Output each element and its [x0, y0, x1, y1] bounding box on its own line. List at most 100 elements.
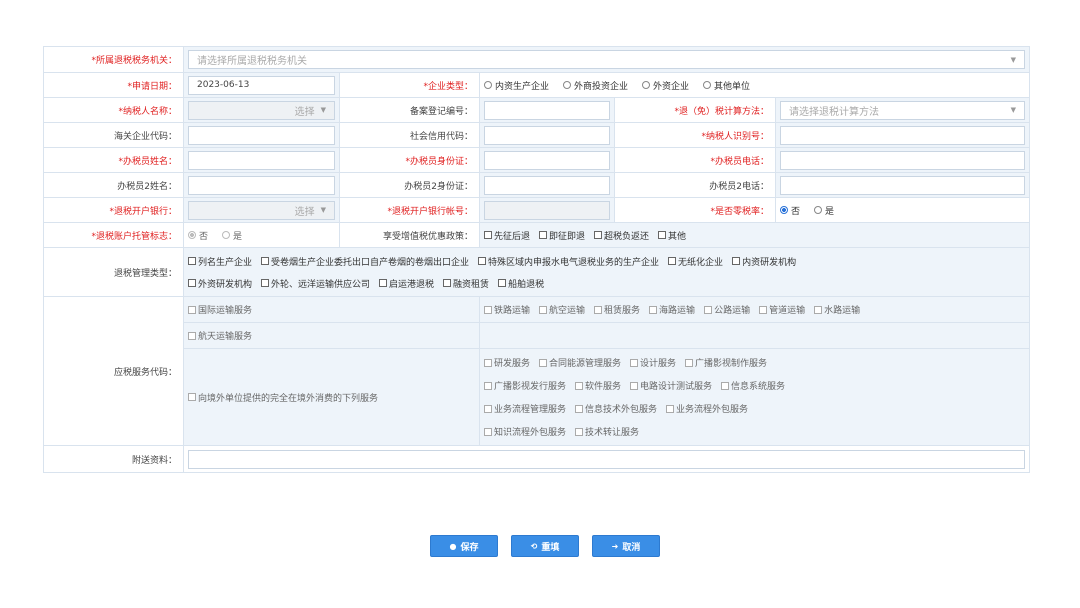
checkbox-mgmt-ocean-supply[interactable]: 外轮、远洋运输供应公司	[261, 277, 370, 290]
checkbox-overseas-ito[interactable]: 信息技术外包服务	[575, 402, 657, 415]
agent2-name-input[interactable]	[188, 175, 335, 195]
attachment-input[interactable]	[188, 449, 1025, 469]
row-agent: *办税员姓名： *办税员身份证： *办税员电话：	[44, 148, 1029, 173]
checkbox-vat-2[interactable]: 超税负返还	[594, 229, 649, 242]
checkbox-mgmt-special-zone[interactable]: 特殊区域内申报水电气退税业务的生产企业	[478, 255, 659, 268]
checkbox-vat-1[interactable]: 即征即退	[539, 229, 585, 242]
radio-foreign-owned[interactable]: 外资企业	[642, 79, 689, 92]
apply-date-input[interactable]: 2023-06-13	[188, 75, 335, 95]
row-attachment: 附送资料：	[44, 446, 1029, 472]
checkbox-icon	[539, 231, 548, 239]
radio-zero-rate-no[interactable]: 否	[780, 204, 800, 217]
taxpayer-id-label: *纳税人识别号：	[615, 123, 776, 147]
row-refund-bank: *退税开户银行： 选择 ▼ *退税开户银行帐号： *是否零税率： 否 是	[44, 198, 1029, 223]
refund-account-input[interactable]	[484, 200, 610, 220]
save-button[interactable]: ● 保存	[430, 535, 498, 557]
checkbox-icon	[261, 279, 270, 287]
checkbox-transport-water[interactable]: 水路运输	[814, 303, 860, 316]
service-code-label: 应税服务代码：	[44, 297, 184, 445]
checkbox-mgmt-departure-port[interactable]: 启运港退税	[379, 277, 434, 290]
radio-escrow-no[interactable]: 否	[188, 229, 208, 242]
checkbox-vat-0[interactable]: 先征后退	[484, 229, 530, 242]
checkbox-overseas-bpm[interactable]: 业务流程管理服务	[484, 402, 566, 415]
checkbox-icon	[630, 381, 639, 390]
agent2-phone-input[interactable]	[780, 175, 1025, 195]
checkbox-transport-road[interactable]: 公路运输	[704, 303, 750, 316]
agent-phone-input[interactable]	[780, 150, 1025, 170]
agent-name-input[interactable]	[188, 150, 335, 170]
attachment-label: 附送资料：	[44, 446, 184, 472]
checkbox-icon	[594, 305, 603, 314]
checkbox-overseas-circuit[interactable]: 电路设计测试服务	[630, 379, 712, 392]
checkbox-overseas-rd[interactable]: 研发服务	[484, 356, 530, 369]
calc-method-select[interactable]: 请选择退税计算方法 ▼	[780, 100, 1025, 120]
reset-button[interactable]: ⟲ 重填	[511, 535, 579, 557]
row-tax-authority: *所属退税税务机关： 请选择所属退税税务机关 ▼	[44, 47, 1029, 73]
checkbox-mgmt-foreign-rd[interactable]: 外资研发机构	[188, 277, 252, 290]
radio-checked-icon	[188, 231, 196, 239]
registration-form: *所属退税税务机关： 请选择所属退税税务机关 ▼ *申请日期： 2023-06-…	[43, 46, 1030, 473]
radio-domestic-producer[interactable]: 内资生产企业	[484, 79, 549, 92]
refresh-icon: ⟲	[530, 541, 538, 551]
checkbox-vat-3[interactable]: 其他	[658, 229, 686, 242]
mgmt-type-label: 退税管理类型：	[44, 248, 184, 296]
radio-foreign-invested[interactable]: 外商投资企业	[563, 79, 628, 92]
checkbox-icon	[704, 305, 713, 314]
customs-code-input[interactable]	[188, 125, 335, 145]
checkbox-overseas-film-distribution[interactable]: 广播影视发行服务	[484, 379, 566, 392]
record-no-input[interactable]	[484, 100, 610, 120]
tax-authority-select[interactable]: 请选择所属退税税务机关 ▼	[188, 50, 1025, 69]
agent-id-input[interactable]	[484, 150, 610, 170]
checkbox-icon	[814, 305, 823, 314]
checkbox-overseas-design[interactable]: 设计服务	[630, 356, 676, 369]
mgmt-type-group: 列名生产企业 受卷烟生产企业委托出口自产卷烟的卷烟出口企业 特殊区域内申报水电气…	[184, 248, 1029, 296]
service-code-area: 国际运输服务 铁路运输 航空运输 租赁服务 海路运输 公路运输 管道运输 水路运…	[184, 297, 1029, 445]
checkbox-overseas-energy[interactable]: 合同能源管理服务	[539, 356, 621, 369]
radio-zero-rate-yes[interactable]: 是	[814, 204, 834, 217]
service-space-transport[interactable]: 航天运输服务	[184, 323, 480, 348]
checkbox-overseas-software[interactable]: 软件服务	[575, 379, 621, 392]
checkbox-overseas-bpo[interactable]: 业务流程外包服务	[666, 402, 748, 415]
social-credit-input[interactable]	[484, 125, 610, 145]
checkbox-icon	[721, 381, 730, 390]
radio-other-unit[interactable]: 其他单位	[703, 79, 750, 92]
checkbox-transport-sea[interactable]: 海路运输	[649, 303, 695, 316]
agent2-phone-label: 办税员2电话：	[615, 173, 776, 197]
row-taxpayer-name: *纳税人名称： 选择 ▼ 备案登记编号： *退（免）税计算方法： 请选择退税计算…	[44, 98, 1029, 123]
checkbox-icon	[261, 257, 270, 265]
checkbox-icon	[484, 404, 492, 413]
checkbox-icon	[732, 257, 741, 265]
agent2-id-input[interactable]	[484, 175, 610, 195]
checkbox-overseas-info-system[interactable]: 信息系统服务	[721, 379, 785, 392]
social-credit-label: 社会信用代码：	[340, 123, 480, 147]
checkbox-icon	[759, 305, 768, 314]
checkbox-transport-rail[interactable]: 铁路运输	[484, 303, 530, 316]
taxpayer-select[interactable]: 选择 ▼	[188, 100, 335, 120]
checkbox-icon	[484, 381, 492, 390]
refund-bank-select[interactable]: 选择 ▼	[188, 200, 335, 220]
checkbox-transport-air[interactable]: 航空运输	[539, 303, 585, 316]
checkbox-overseas-kpo[interactable]: 知识流程外包服务	[484, 425, 566, 438]
checkbox-mgmt-financial-lease[interactable]: 融资租赁	[443, 277, 489, 290]
checkbox-overseas-film-production[interactable]: 广播影视制作服务	[685, 356, 767, 369]
checkbox-overseas-tech-transfer[interactable]: 技术转让服务	[575, 425, 639, 438]
apply-date-label: *申请日期：	[44, 73, 184, 97]
checkbox-mgmt-listed-producer[interactable]: 列名生产企业	[188, 255, 252, 268]
checkbox-mgmt-domestic-rd[interactable]: 内资研发机构	[732, 255, 796, 268]
taxpayer-id-input[interactable]	[780, 125, 1025, 145]
checkbox-mgmt-cigarette[interactable]: 受卷烟生产企业委托出口自产卷烟的卷烟出口企业	[261, 255, 469, 268]
service-overseas[interactable]: 向境外单位提供的完全在境外消费的下列服务	[184, 349, 480, 445]
checkbox-mgmt-paperless[interactable]: 无纸化企业	[668, 255, 723, 268]
vat-policy-label: 享受增值税优惠政策：	[340, 223, 480, 247]
checkbox-transport-lease[interactable]: 租赁服务	[594, 303, 640, 316]
transport-items-group: 铁路运输 航空运输 租赁服务 海路运输 公路运输 管道运输 水路运输	[480, 297, 1029, 322]
checkbox-transport-pipeline[interactable]: 管道运输	[759, 303, 805, 316]
radio-escrow-yes[interactable]: 是	[222, 229, 242, 242]
checkbox-icon	[484, 305, 492, 314]
cancel-button[interactable]: ➜ 取消	[592, 535, 660, 557]
checkbox-icon	[188, 393, 196, 401]
checkbox-icon	[594, 231, 603, 239]
escrow-group: 否 是	[184, 223, 340, 247]
checkbox-mgmt-ship[interactable]: 船舶退税	[498, 277, 544, 290]
service-intl-transport[interactable]: 国际运输服务	[184, 297, 480, 322]
